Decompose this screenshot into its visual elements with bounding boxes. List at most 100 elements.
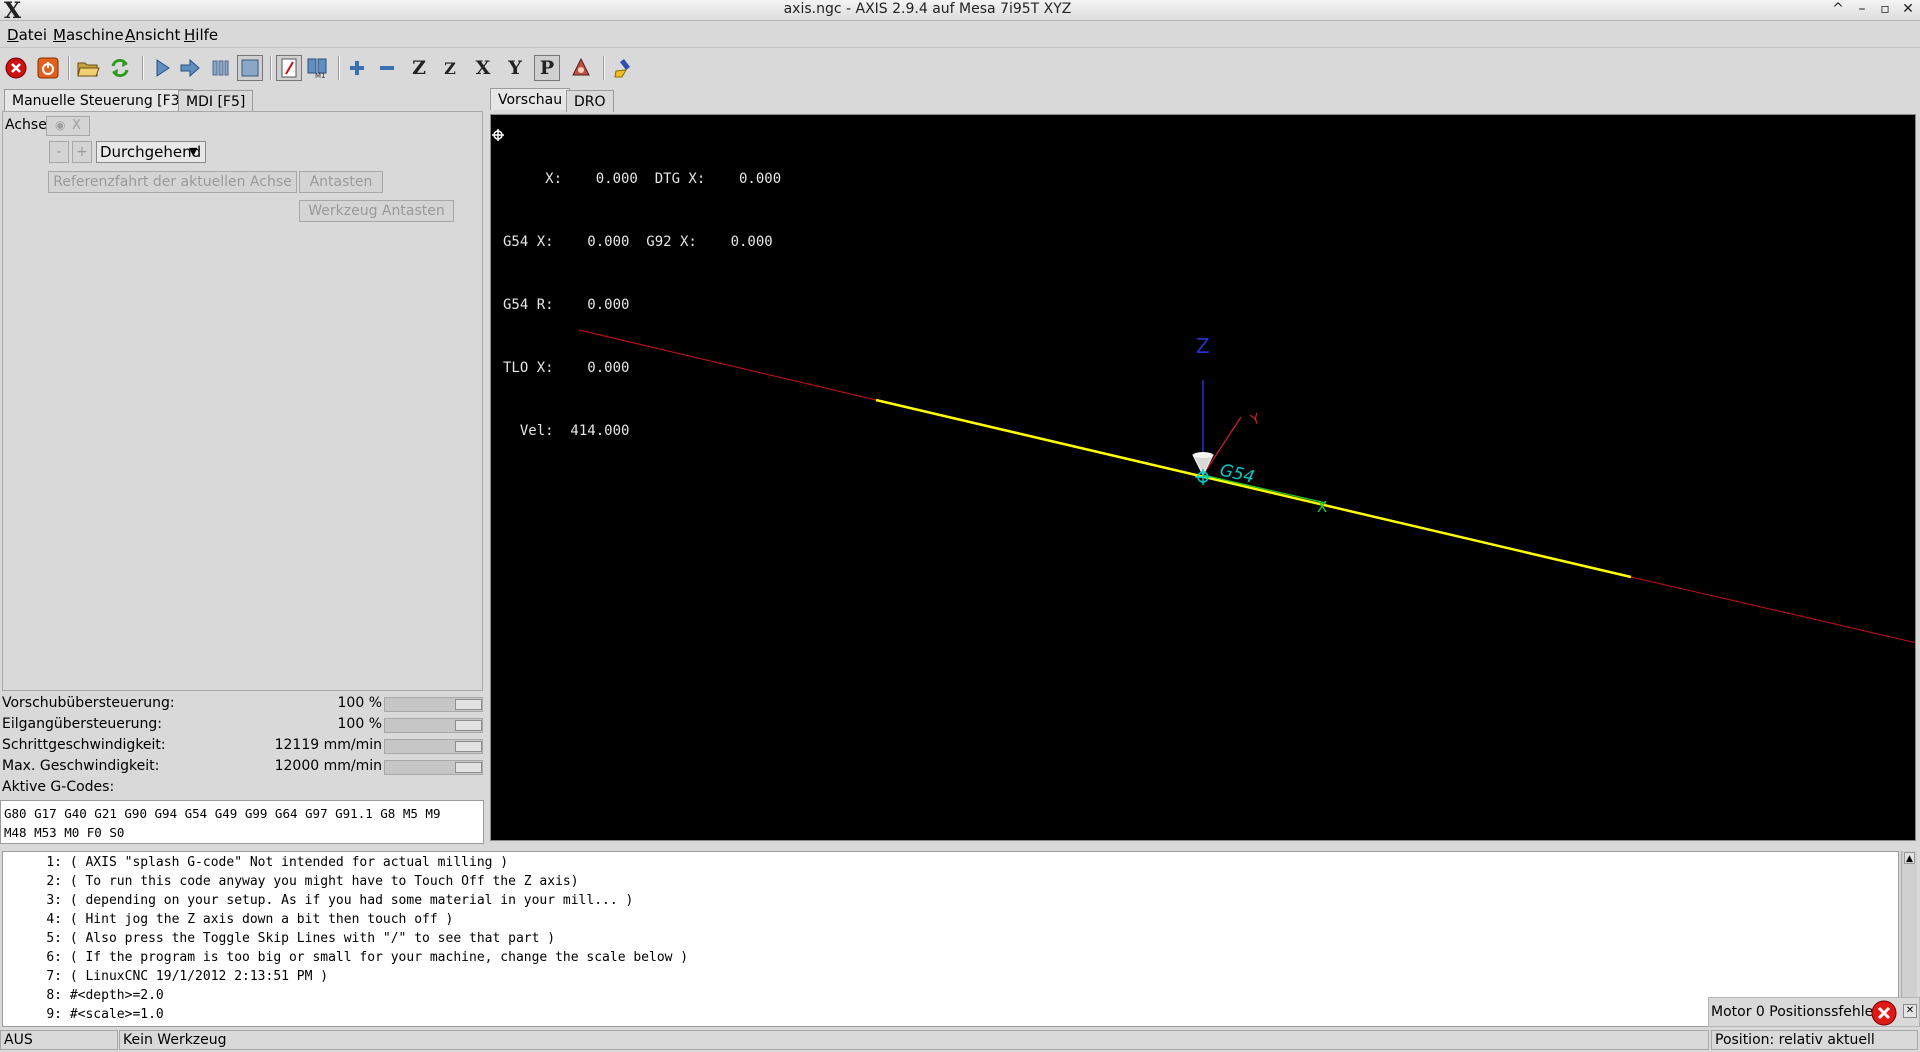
rapid-override-label: Eilgangübersteuerung: bbox=[2, 716, 162, 732]
radio-icon: ◉ bbox=[55, 118, 66, 132]
block-delete-icon[interactable] bbox=[276, 55, 302, 81]
rapid-override-slider[interactable] bbox=[384, 718, 483, 733]
pause-icon[interactable] bbox=[207, 55, 233, 81]
dro-line: G54 R: 0.000 bbox=[503, 297, 630, 313]
dro-line: G54 X: 0.000 G92 X: 0.000 bbox=[503, 234, 773, 250]
reload-file-icon[interactable] bbox=[107, 55, 133, 81]
run-icon[interactable] bbox=[149, 55, 175, 81]
feed-override-value: 100 % bbox=[337, 695, 382, 711]
scroll-up-icon[interactable]: ▲ bbox=[1904, 852, 1915, 864]
zoom-out-icon[interactable] bbox=[374, 55, 400, 81]
stop-icon[interactable] bbox=[237, 55, 263, 81]
origin-marker-icon bbox=[1195, 469, 1211, 485]
code-line: 7: ( LinuxCNC 19/1/2012 2:13:51 PM ) bbox=[46, 969, 329, 984]
home-axis-button[interactable]: Referenzfahrt der aktuellen Achse bbox=[48, 171, 297, 193]
zoom-in-icon[interactable] bbox=[344, 55, 370, 81]
open-file-icon[interactable] bbox=[75, 55, 101, 81]
jog-plus-button[interactable]: + bbox=[72, 141, 92, 163]
active-gcodes-box: G80 G17 G40 G21 G90 G94 G54 G49 G99 G64 … bbox=[0, 800, 484, 844]
close-window-button[interactable]: ✕ bbox=[1898, 1, 1918, 19]
tab-dro[interactable]: DRO bbox=[566, 90, 614, 112]
active-gcodes-label: Aktive G-Codes: bbox=[2, 779, 115, 795]
code-line: 6: ( If the program is too big or small … bbox=[46, 950, 689, 965]
dro-line: TLO X: 0.000 bbox=[503, 360, 630, 376]
tab-mdi[interactable]: MDI [F5] bbox=[178, 90, 254, 112]
view-y-icon[interactable]: Y bbox=[502, 55, 528, 81]
menu-bar: Datei Maschine Ansicht Hilfe bbox=[0, 21, 1920, 48]
preview-canvas[interactable]: Z Y X G54 X: 0.000 DTG X: 0.000 G54 X: 0… bbox=[490, 114, 1916, 841]
code-line: 8: #<depth>=2.0 bbox=[46, 988, 164, 1003]
active-gcodes-line: M48 M53 M0 F0 S0 bbox=[4, 825, 125, 840]
max-velocity-slider[interactable] bbox=[384, 760, 483, 775]
max-velocity-value: 12000 mm/min bbox=[274, 758, 382, 774]
dro-line: X: 0.000 DTG X: 0.000 bbox=[503, 171, 782, 187]
code-line: 3: ( depending on your setup. As if you … bbox=[46, 893, 634, 908]
jog-speed-label: Schrittgeschwindigkeit: bbox=[2, 737, 166, 753]
svg-text:M1: M1 bbox=[315, 72, 326, 79]
title-bar: X axis.ngc - AXIS 2.9.4 auf Mesa 7i95T X… bbox=[0, 0, 1920, 24]
view-z2-icon[interactable]: Z bbox=[437, 55, 463, 81]
tool-status: Kein Werkzeug bbox=[119, 1030, 1709, 1050]
clear-backplot-icon[interactable] bbox=[610, 55, 636, 81]
manual-control-panel: Achse ◉ X - + Durchgehend ▼ Referenzfahr… bbox=[2, 111, 483, 691]
optional-stop-icon[interactable]: M1 bbox=[304, 55, 330, 81]
menu-maschine[interactable]: Maschine bbox=[53, 26, 124, 44]
jog-speed-value: 12119 mm/min bbox=[274, 737, 382, 753]
view-p-icon[interactable]: P bbox=[534, 55, 560, 81]
view-z-icon[interactable]: Z bbox=[406, 55, 432, 81]
error-icon bbox=[1871, 1000, 1897, 1026]
jog-minus-button[interactable]: - bbox=[49, 141, 69, 163]
jog-speed-slider[interactable] bbox=[384, 739, 483, 754]
tab-preview[interactable]: Vorschau bbox=[490, 88, 571, 110]
rotate-view-icon[interactable] bbox=[568, 55, 594, 81]
gcode-text-area[interactable]: 1: ( AXIS "splash G-code" Not intended f… bbox=[2, 851, 1899, 1027]
dismiss-notification-button[interactable]: ✕ bbox=[1903, 1004, 1917, 1018]
estop-icon[interactable] bbox=[3, 55, 29, 81]
slider-handle[interactable] bbox=[455, 741, 482, 752]
minimize-window-button[interactable]: – bbox=[1852, 1, 1872, 19]
tool-touch-off-button[interactable]: Werkzeug Antasten bbox=[299, 200, 454, 222]
rapid-override-value: 100 % bbox=[337, 716, 382, 732]
feed-override-slider[interactable] bbox=[384, 697, 483, 712]
code-line: 9: #<scale>=1.0 bbox=[46, 1007, 164, 1022]
slider-handle[interactable] bbox=[455, 762, 482, 773]
step-icon[interactable] bbox=[177, 55, 203, 81]
dro-overlay: X: 0.000 DTG X: 0.000 G54 X: 0.000 G92 X… bbox=[503, 127, 781, 484]
code-line: 5: ( Also press the Toggle Skip Lines wi… bbox=[46, 931, 556, 946]
feed-override-label: Vorschubübersteuerung: bbox=[2, 695, 175, 711]
jog-mode-value: Durchgehend bbox=[100, 143, 202, 161]
status-bar: AUS Kein Werkzeug Position: relativ aktu… bbox=[0, 1029, 1920, 1052]
menu-hilfe[interactable]: Hilfe bbox=[184, 26, 218, 44]
touch-off-button[interactable]: Antasten bbox=[299, 171, 383, 193]
menu-ansicht[interactable]: Ansicht bbox=[125, 26, 180, 44]
error-notification: Motor 0 Positionssfehler ✕ bbox=[1708, 997, 1920, 1027]
maximize-window-button[interactable]: ▫ bbox=[1875, 1, 1895, 19]
code-line: 4: ( Hint jog the Z axis down a bit then… bbox=[46, 912, 454, 927]
view-x-icon[interactable]: X bbox=[470, 55, 496, 81]
machine-power-icon[interactable] bbox=[35, 55, 61, 81]
slider-handle[interactable] bbox=[455, 699, 482, 710]
machine-state-status: AUS bbox=[0, 1030, 118, 1050]
window-title: axis.ngc - AXIS 2.9.4 auf Mesa 7i95T XYZ bbox=[783, 1, 1072, 17]
chevron-down-icon: ▼ bbox=[189, 145, 198, 158]
dro-line: Vel: 414.000 bbox=[503, 423, 630, 439]
max-velocity-label: Max. Geschwindigkeit: bbox=[2, 758, 160, 774]
tab-manual-control[interactable]: Manuelle Steuerung [F3] bbox=[4, 89, 194, 111]
axis-radio-x[interactable]: ◉ X bbox=[46, 116, 90, 136]
y-axis-label: Y bbox=[1248, 411, 1263, 429]
g54-label: G54 bbox=[1218, 460, 1256, 487]
slider-handle[interactable] bbox=[455, 720, 482, 731]
active-gcodes-line: G80 G17 G40 G21 G90 G94 G54 G49 G99 G64 … bbox=[4, 806, 441, 821]
jog-mode-select[interactable]: Durchgehend ▼ bbox=[96, 141, 206, 163]
menu-datei[interactable]: Datei bbox=[7, 26, 47, 44]
x-axis-label: X bbox=[1317, 498, 1327, 516]
shade-window-button[interactable]: ^ bbox=[1828, 1, 1848, 19]
z-axis-label: Z bbox=[1196, 334, 1210, 358]
axis-label: Achse bbox=[5, 117, 47, 133]
notification-text: Motor 0 Positionssfehler bbox=[1711, 1004, 1880, 1020]
toolpath-rapid-line bbox=[1630, 576, 1915, 644]
position-status: Position: relativ aktuell bbox=[1711, 1030, 1918, 1050]
toolbar: M1 Z Z X Y P bbox=[0, 48, 1920, 88]
code-line: 1: ( AXIS "splash G-code" Not intended f… bbox=[46, 855, 509, 870]
code-line: 2: ( To run this code anyway you might h… bbox=[46, 874, 579, 889]
